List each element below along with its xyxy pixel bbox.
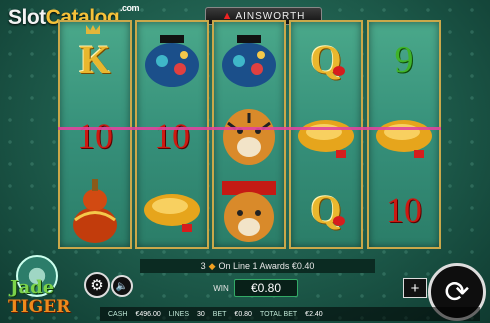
reel-2: 10 [135,20,209,249]
ingot-icon [376,119,432,158]
symbol-q: Q [291,22,361,97]
spin-icon: ⟳ [444,275,470,309]
reel-1: K 10 [58,20,132,249]
bet-value: €0.80 [234,310,252,318]
reel-4: Q Q [289,20,363,249]
ingot-icon [298,119,354,158]
watermark-com: .com [120,3,140,13]
message-text: On Line 1 Awards €0.40 [218,261,315,271]
tiger-icon [223,108,275,165]
symbol-nine: 9 [394,38,414,81]
lines-label: LINES [168,310,189,318]
win-label: WIN [213,283,229,293]
ingot-icon [144,193,200,232]
payline-1 [58,127,441,130]
vase-icon [145,34,199,87]
symbol-ten: 10 [154,115,190,156]
plus-icon: + [410,279,420,297]
gear-icon: ⚙ [90,277,104,294]
game-logo: Jade TIGER [4,255,78,323]
symbol-tiger [214,172,284,247]
reels-area: K 10 10 Q Q 9 10 [58,20,441,249]
symbol-k: K [60,22,130,97]
win-box: WIN €0.80 [208,279,298,297]
reel-5: 9 10 [367,20,441,249]
symbol-ten: 10 [77,115,113,156]
message-count: 3 [200,261,206,271]
symbol-q: Q [291,172,361,247]
cash-label: CASH [108,310,128,318]
logo-line2: TIGER [8,297,71,317]
symbol-ingot [291,98,361,173]
symbol-ingot [369,98,439,173]
symbol-vase [214,22,284,97]
symbol-vase [137,22,207,97]
settings-button[interactable]: ⚙ [84,272,110,298]
lines-value: 30 [197,310,205,318]
cash-value: €496.00 [135,310,161,318]
tiger-icon [222,180,276,242]
watermark-part1: Slot [8,6,46,29]
logo-line1: Jade [10,277,55,298]
status-bar: CASH €496.00 LINES 30 BET €0.80 TOTAL BE… [100,307,480,321]
gourd-icon [73,178,117,243]
vase-icon [222,34,276,87]
crown-icon [86,25,100,34]
total-bet-label: TOTAL BET [259,310,298,318]
rose-icon [333,216,345,226]
win-value: €0.80 [234,279,298,297]
win-message: 3 ◆ On Line 1 Awards €0.40 [140,259,375,273]
bet-plus-button[interactable]: + [403,278,427,298]
rose-icon [333,66,345,76]
sound-icon: 🔈 [115,280,129,292]
bet-label: BET [212,310,227,318]
symbol-tiger [214,98,284,173]
symbol-ten: 10 [386,189,422,230]
symbol-icon: ◆ [208,260,216,271]
sound-button[interactable]: 🔈 [111,275,133,297]
symbol-ingot [137,172,207,247]
symbol-gourd [60,172,130,247]
reel-3 [212,20,286,249]
total-bet-value: €2.40 [305,310,323,318]
